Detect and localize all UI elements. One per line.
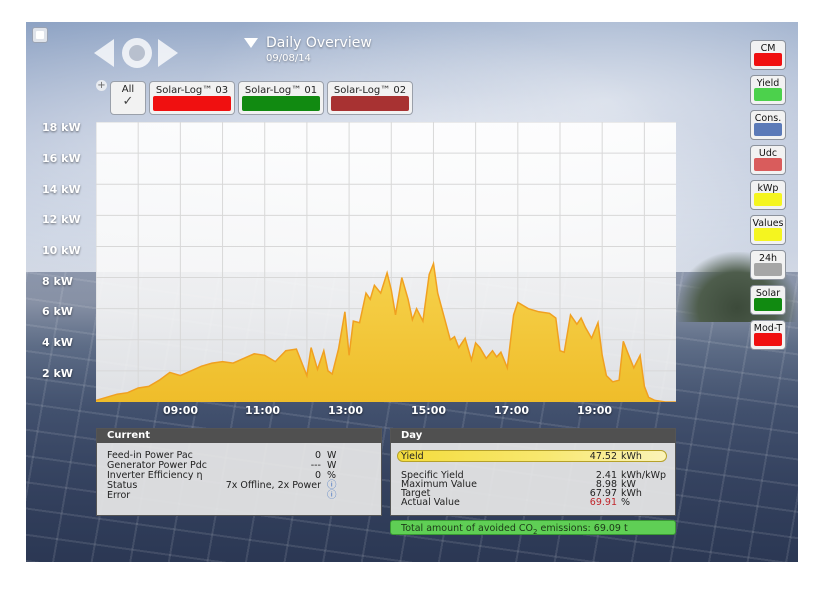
- yield-label: Yield: [401, 451, 424, 462]
- y-tick-label: 4 kW: [42, 336, 73, 349]
- actual-value: 69.91: [589, 497, 617, 508]
- inverter-tab-solar-log-03[interactable]: Solar-Log™ 03: [149, 81, 235, 115]
- x-tick-label: 13:00: [328, 404, 364, 417]
- inverter-tab-label: Solar-Log™ 01: [244, 85, 318, 96]
- x-tick-label: 09:00: [163, 404, 199, 417]
- checkmark-icon: ✓: [122, 94, 134, 109]
- sidebar-btn-mod-t[interactable]: Mod-T: [750, 320, 786, 350]
- co2-text-suffix: emissions: 69.09 t: [540, 523, 628, 534]
- current-row-value: 0: [314, 450, 321, 461]
- current-panel-title: Current: [97, 429, 381, 443]
- chart-svg: [96, 122, 676, 402]
- x-tick-label: 15:00: [411, 404, 447, 417]
- sidebar-swatch: [754, 333, 782, 346]
- co2-text-prefix: Total amount of avoided CO: [401, 523, 533, 534]
- current-row-value: ---: [310, 460, 321, 471]
- inverter-tab-label: Solar-Log™ 03: [155, 85, 229, 96]
- day-row-unit: %: [621, 497, 631, 508]
- sidebar-btn-solar[interactable]: Solar: [750, 285, 786, 315]
- day-panel: Day Yield 47.52 kWh Specific Yield 2.41 …: [390, 428, 676, 516]
- y-tick-label: 2 kW: [42, 367, 73, 380]
- co2-subscript: 2: [533, 527, 538, 536]
- current-row-label: Error: [107, 490, 131, 501]
- inverter-color-bar: [331, 96, 409, 111]
- x-tick-label: 17:00: [494, 404, 530, 417]
- inverter-color-bar: [153, 96, 231, 111]
- inverter-tab-label: Solar-Log™ 02: [333, 85, 407, 96]
- sidebar-swatch: [754, 53, 782, 66]
- day-row-label: Actual Value: [401, 497, 460, 508]
- sidebar-btn-cons[interactable]: Cons.: [750, 110, 786, 140]
- sidebar-swatch: [754, 123, 782, 136]
- x-tick-label: 19:00: [577, 404, 613, 417]
- y-tick-label: 8 kW: [42, 275, 73, 288]
- page-title[interactable]: Daily Overview: [266, 35, 372, 51]
- prev-day-arrow-icon[interactable]: [94, 39, 114, 67]
- app-window: Daily Overview 09/08/14 + All ✓ Solar-Lo…: [26, 22, 798, 562]
- y-tick-label: 6 kW: [42, 305, 73, 318]
- yield-value: 47.52: [589, 451, 617, 462]
- inverter-tab-solar-log-01[interactable]: Solar-Log™ 01: [238, 81, 324, 115]
- page-date: 09/08/14: [266, 53, 311, 64]
- sidebar-btn-yield[interactable]: Yield: [750, 75, 786, 105]
- y-tick-label: 18 kW: [42, 121, 81, 134]
- status-value: 7x Offline, 2x Power: [225, 480, 321, 491]
- sidebar-btn-kwp[interactable]: kWp: [750, 180, 786, 210]
- sidebar-btn-udc[interactable]: Udc: [750, 145, 786, 175]
- y-tick-label: 10 kW: [42, 244, 81, 257]
- error-info-icon[interactable]: ⓘ: [327, 491, 337, 501]
- current-panel: Current Feed-in Power Pac 0 W Generator …: [96, 428, 382, 516]
- view-dropdown-icon[interactable]: [244, 38, 258, 48]
- next-day-arrow-icon[interactable]: [158, 39, 178, 67]
- y-tick-label: 16 kW: [42, 152, 81, 165]
- sidebar-btn-24h[interactable]: 24h: [750, 250, 786, 280]
- y-tick-label: 12 kW: [42, 213, 81, 226]
- sidebar-swatch: [754, 158, 782, 171]
- sidebar-btn-values[interactable]: Values: [750, 215, 786, 245]
- sidebar-swatch: [754, 228, 782, 241]
- sidebar-swatch: [754, 88, 782, 101]
- sidebar-swatch: [754, 193, 782, 206]
- yield-unit: kWh: [621, 451, 642, 462]
- x-tick-label: 11:00: [245, 404, 281, 417]
- inverter-color-bar: [242, 96, 320, 111]
- error-value: [247, 491, 321, 501]
- calendar-icon[interactable]: [122, 38, 152, 68]
- inverter-all-button[interactable]: All ✓: [110, 81, 146, 115]
- add-plus-icon[interactable]: +: [96, 80, 107, 91]
- window-menu-button[interactable]: [32, 27, 48, 43]
- inverter-tab-solar-log-02[interactable]: Solar-Log™ 02: [327, 81, 413, 115]
- sidebar-swatch: [754, 263, 782, 276]
- sidebar-btn-cm[interactable]: CM: [750, 40, 786, 70]
- yield-chart[interactable]: [96, 122, 676, 402]
- y-tick-label: 14 kW: [42, 183, 81, 196]
- day-panel-title: Day: [391, 429, 675, 443]
- sidebar-swatch: [754, 298, 782, 311]
- co2-banner: Total amount of avoided CO2 emissions: 6…: [390, 520, 676, 536]
